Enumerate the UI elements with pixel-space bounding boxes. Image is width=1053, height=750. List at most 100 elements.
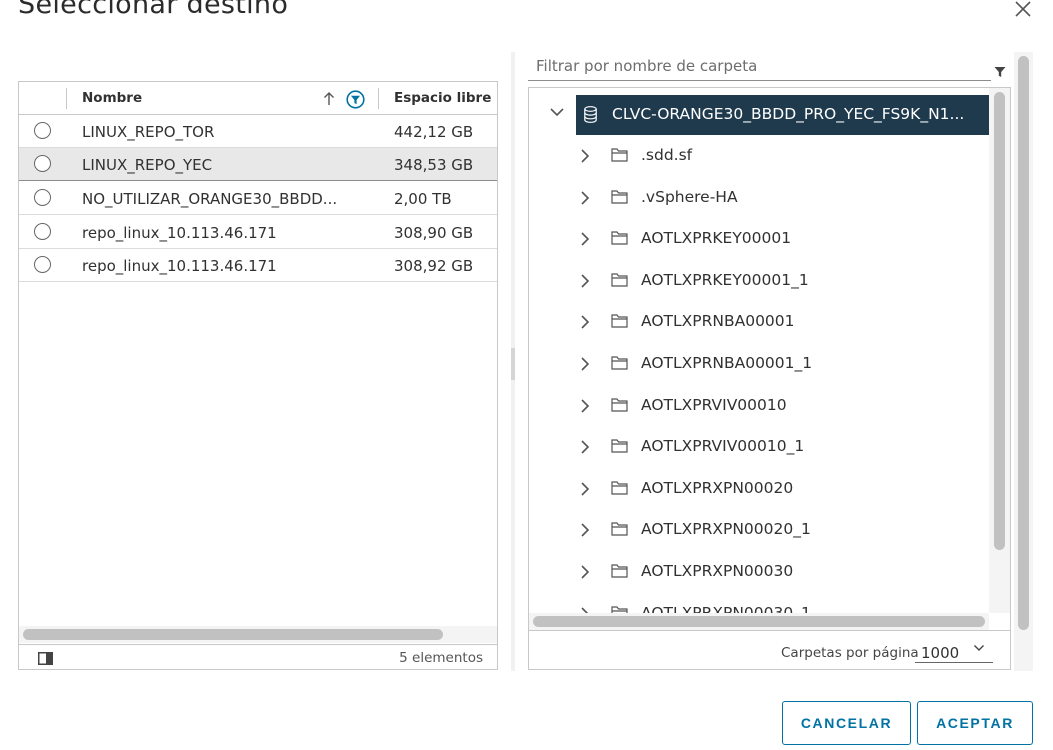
chevron-right-icon[interactable] [579, 314, 591, 330]
tree-folder-node[interactable]: AOTLXPRVIV00010 [529, 386, 989, 426]
chevron-right-icon[interactable] [579, 564, 591, 580]
column-separator[interactable] [66, 88, 67, 109]
tree-folder-node[interactable]: AOTLXPRXPN00030 [529, 552, 989, 592]
datastore-name: LINUX_REPO_YEC [82, 156, 213, 174]
splitter-grip[interactable] [511, 348, 515, 380]
column-header-name[interactable]: Nombre [82, 90, 142, 106]
folder-icon [611, 148, 628, 162]
row-radio[interactable] [34, 155, 51, 172]
folders-per-page-value: 1000 [921, 644, 960, 662]
scrollbar-thumb[interactable] [994, 92, 1005, 550]
column-header-free-space[interactable]: Espacio libre [394, 90, 491, 106]
tree-pager: Carpetas por página 1000 [529, 630, 1010, 669]
folder-icon [611, 314, 628, 328]
table-row[interactable]: LINUX_REPO_YEC 348,53 GB [19, 148, 497, 181]
scrollbar-thumb[interactable] [533, 616, 985, 627]
tree-folder-node[interactable]: AOTLXPRKEY00001_1 [529, 261, 989, 301]
datastore-name: repo_linux_10.113.46.171 [82, 224, 277, 242]
scrollbar-thumb[interactable] [23, 629, 443, 640]
datastore-name: repo_linux_10.113.46.171 [82, 257, 277, 275]
folder-label: .sdd.sf [641, 146, 693, 164]
tree-folder-node[interactable]: .vSphere-HA [529, 178, 989, 218]
grid-header: Nombre Espacio libre [19, 82, 497, 115]
folder-label: AOTLXPRKEY00001 [641, 229, 792, 247]
folder-label: AOTLXPRNBA00001_1 [641, 354, 813, 372]
tree-root-label: CLVC-ORANGE30_BBDD_PRO_YEC_FS9K_N1... [612, 105, 965, 123]
folder-tree: CLVC-ORANGE30_BBDD_PRO_YEC_FS9K_N1... .s… [528, 87, 1011, 670]
tree-folder-node[interactable]: AOTLXPRXPN00020_1 [529, 510, 989, 550]
table-row[interactable]: repo_linux_10.113.46.171 308,92 GB [19, 249, 497, 282]
chevron-right-icon[interactable] [579, 522, 591, 538]
chevron-right-icon[interactable] [579, 148, 591, 164]
folder-icon [611, 398, 628, 412]
tree-horizontal-scrollbar[interactable] [529, 613, 989, 630]
folder-icon [611, 356, 628, 370]
folder-filter-input[interactable] [528, 52, 991, 80]
folder-label: AOTLXPRXPN00020_1 [641, 520, 811, 538]
column-separator[interactable] [378, 88, 379, 109]
chevron-right-icon[interactable] [579, 190, 591, 206]
filter-funnel-icon[interactable] [994, 66, 1006, 78]
panel-splitter[interactable] [511, 52, 515, 671]
table-row[interactable]: repo_linux_10.113.46.171 308,90 GB [19, 216, 497, 249]
column-filter-icon[interactable] [346, 90, 365, 109]
chevron-right-icon[interactable] [579, 356, 591, 372]
grid-horizontal-scrollbar[interactable] [19, 626, 497, 643]
folder-label: AOTLXPRXPN00030 [641, 562, 794, 580]
column-toggle-icon[interactable] [38, 652, 53, 665]
datastore-free-space: 308,90 GB [394, 224, 474, 242]
row-radio[interactable] [34, 189, 51, 206]
tree-folder-node[interactable]: AOTLXPRNBA00001 [529, 302, 989, 342]
datastore-grid: Nombre Espacio libre LINUX_REPO_TOR 442,… [18, 81, 498, 670]
chevron-down-icon [974, 645, 984, 651]
row-radio[interactable] [34, 223, 51, 240]
tree-folder-node[interactable]: .sdd.sf [529, 136, 989, 176]
datastore-name: NO_UTILIZAR_ORANGE30_BBDD... [82, 190, 338, 208]
tree-root-node[interactable]: CLVC-ORANGE30_BBDD_PRO_YEC_FS9K_N1... [576, 95, 989, 135]
item-count: 5 elementos [399, 650, 483, 666]
chevron-right-icon[interactable] [579, 273, 591, 289]
datastore-name: LINUX_REPO_TOR [82, 123, 215, 141]
tree-folder-node[interactable]: AOTLXPRKEY00001 [529, 219, 989, 259]
folder-label: AOTLXPRVIV00010 [641, 396, 787, 414]
cancel-button[interactable]: CANCELAR [782, 701, 911, 745]
datastore-free-space: 442,12 GB [394, 123, 474, 141]
chevron-right-icon[interactable] [579, 481, 591, 497]
chevron-right-icon[interactable] [579, 439, 591, 455]
datastore-free-space: 2,00 TB [394, 190, 452, 208]
sort-ascending-icon[interactable] [322, 91, 336, 107]
folder-label: AOTLXPRVIV00010_1 [641, 437, 805, 455]
folder-icon [611, 564, 628, 578]
folders-per-page-select[interactable]: 1000 [915, 641, 993, 663]
close-icon[interactable] [1012, 0, 1034, 20]
folder-icon [611, 439, 628, 453]
tree-folder-node[interactable]: AOTLXPRNBA00001_1 [529, 344, 989, 384]
row-radio[interactable] [34, 122, 51, 139]
chevron-down-icon[interactable] [549, 106, 565, 118]
row-radio[interactable] [34, 256, 51, 273]
scrollbar-thumb[interactable] [1018, 56, 1029, 630]
tree-folder-node[interactable]: AOTLXPRXPN00020 [529, 469, 989, 509]
folder-icon [611, 522, 628, 536]
dialog-vertical-scrollbar[interactable] [1014, 52, 1033, 671]
folder-label: AOTLXPRXPN00020 [641, 479, 794, 497]
folder-icon [611, 481, 628, 495]
table-row[interactable]: NO_UTILIZAR_ORANGE30_BBDD... 2,00 TB [19, 182, 497, 215]
dialog-title: Seleccionar destino [18, 0, 289, 20]
accept-button[interactable]: ACEPTAR [917, 701, 1033, 745]
tree-vertical-scrollbar[interactable] [989, 88, 1010, 613]
tree-folder-node[interactable]: AOTLXPRVIV00010_1 [529, 427, 989, 467]
folder-icon [611, 273, 628, 287]
folder-icon [611, 231, 628, 245]
datastore-icon [584, 106, 597, 123]
table-row[interactable]: LINUX_REPO_TOR 442,12 GB [19, 115, 497, 148]
folders-per-page-label: Carpetas por página [781, 645, 919, 661]
folder-label: AOTLXPRKEY00001_1 [641, 271, 809, 289]
chevron-right-icon[interactable] [579, 398, 591, 414]
chevron-right-icon[interactable] [579, 231, 591, 247]
datastore-free-space: 308,92 GB [394, 257, 474, 275]
folder-label: AOTLXPRNBA00001 [641, 312, 795, 330]
folder-icon [611, 190, 628, 204]
folder-label: .vSphere-HA [641, 188, 738, 206]
grid-footer: 5 elementos [19, 644, 497, 670]
